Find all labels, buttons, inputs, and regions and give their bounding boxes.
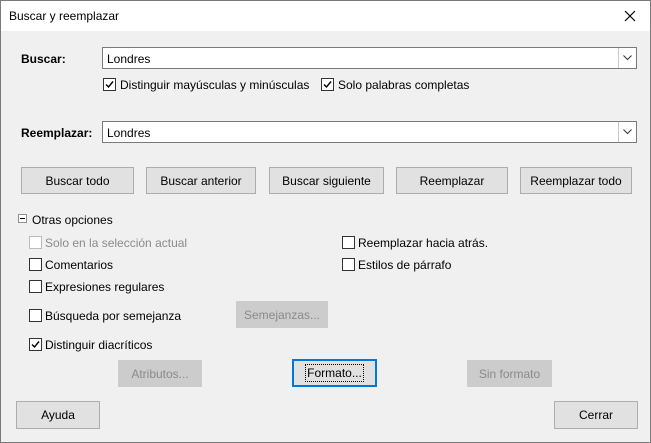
replace-combobox[interactable]: Londres bbox=[102, 121, 637, 143]
chevron-down-icon bbox=[623, 129, 632, 135]
find-next-button[interactable]: Buscar siguiente bbox=[269, 167, 384, 194]
find-previous-button[interactable]: Buscar anterior bbox=[146, 167, 256, 194]
search-input[interactable]: Londres bbox=[107, 52, 150, 66]
similarity-checkbox[interactable] bbox=[29, 309, 42, 322]
similarities-button[interactable]: Semejanzas... bbox=[236, 301, 328, 328]
replace-dropdown-button[interactable] bbox=[618, 122, 636, 142]
replace-input[interactable]: Londres bbox=[107, 126, 150, 140]
format-button[interactable]: Formato... bbox=[292, 359, 377, 387]
comments-checkbox[interactable] bbox=[29, 258, 42, 271]
diacritics-checkbox[interactable] bbox=[29, 338, 42, 351]
comments-label: Comentarios bbox=[45, 258, 114, 272]
match-case-label: Distinguir mayúsculas y minúsculas bbox=[120, 78, 310, 92]
find-all-button[interactable]: Buscar todo bbox=[21, 167, 134, 194]
search-dropdown-button[interactable] bbox=[618, 48, 636, 68]
paragraph-styles-checkbox[interactable] bbox=[342, 258, 355, 271]
chevron-down-icon bbox=[623, 55, 632, 61]
checkmark-icon bbox=[105, 81, 114, 89]
diacritics-label: Distinguir diacríticos bbox=[45, 338, 153, 352]
attributes-button[interactable]: Atributos... bbox=[118, 360, 202, 387]
selection-only-checkbox[interactable] bbox=[29, 236, 42, 249]
close-icon bbox=[624, 10, 636, 22]
help-button[interactable]: Ayuda bbox=[16, 401, 100, 429]
replace-label: Reemplazar: bbox=[21, 126, 93, 140]
replace-backwards-checkbox[interactable] bbox=[342, 236, 355, 249]
other-options-toggle[interactable] bbox=[18, 214, 27, 223]
other-options-header[interactable]: Otras opciones bbox=[32, 213, 113, 227]
match-case-checkbox[interactable] bbox=[103, 78, 116, 91]
window-title: Buscar y reemplazar bbox=[9, 9, 120, 23]
search-label: Buscar: bbox=[21, 52, 66, 66]
replace-backwards-label: Reemplazar hacia atrás. bbox=[358, 236, 489, 250]
search-combobox[interactable]: Londres bbox=[102, 47, 637, 69]
whole-words-checkbox[interactable] bbox=[321, 78, 334, 91]
selection-only-label: Solo en la selección actual bbox=[45, 236, 188, 250]
replace-all-button[interactable]: Reemplazar todo bbox=[520, 167, 632, 194]
title-bar: Buscar y reemplazar bbox=[1, 1, 650, 31]
find-replace-dialog: Buscar y reemplazar Buscar: Londres Dist… bbox=[0, 0, 651, 443]
replace-button[interactable]: Reemplazar bbox=[396, 167, 508, 194]
checkmark-icon bbox=[323, 81, 332, 89]
paragraph-styles-label: Estilos de párrafo bbox=[358, 258, 452, 272]
checkmark-icon bbox=[31, 341, 40, 349]
similarity-label: Búsqueda por semejanza bbox=[45, 309, 182, 323]
whole-words-label: Solo palabras completas bbox=[338, 78, 470, 92]
regex-label: Expresiones regulares bbox=[45, 280, 165, 294]
format-button-label: Formato... bbox=[305, 364, 364, 382]
no-format-button[interactable]: Sin formato bbox=[467, 360, 552, 387]
close-window-button[interactable] bbox=[610, 1, 650, 31]
close-button[interactable]: Cerrar bbox=[554, 401, 638, 429]
regex-checkbox[interactable] bbox=[29, 280, 42, 293]
